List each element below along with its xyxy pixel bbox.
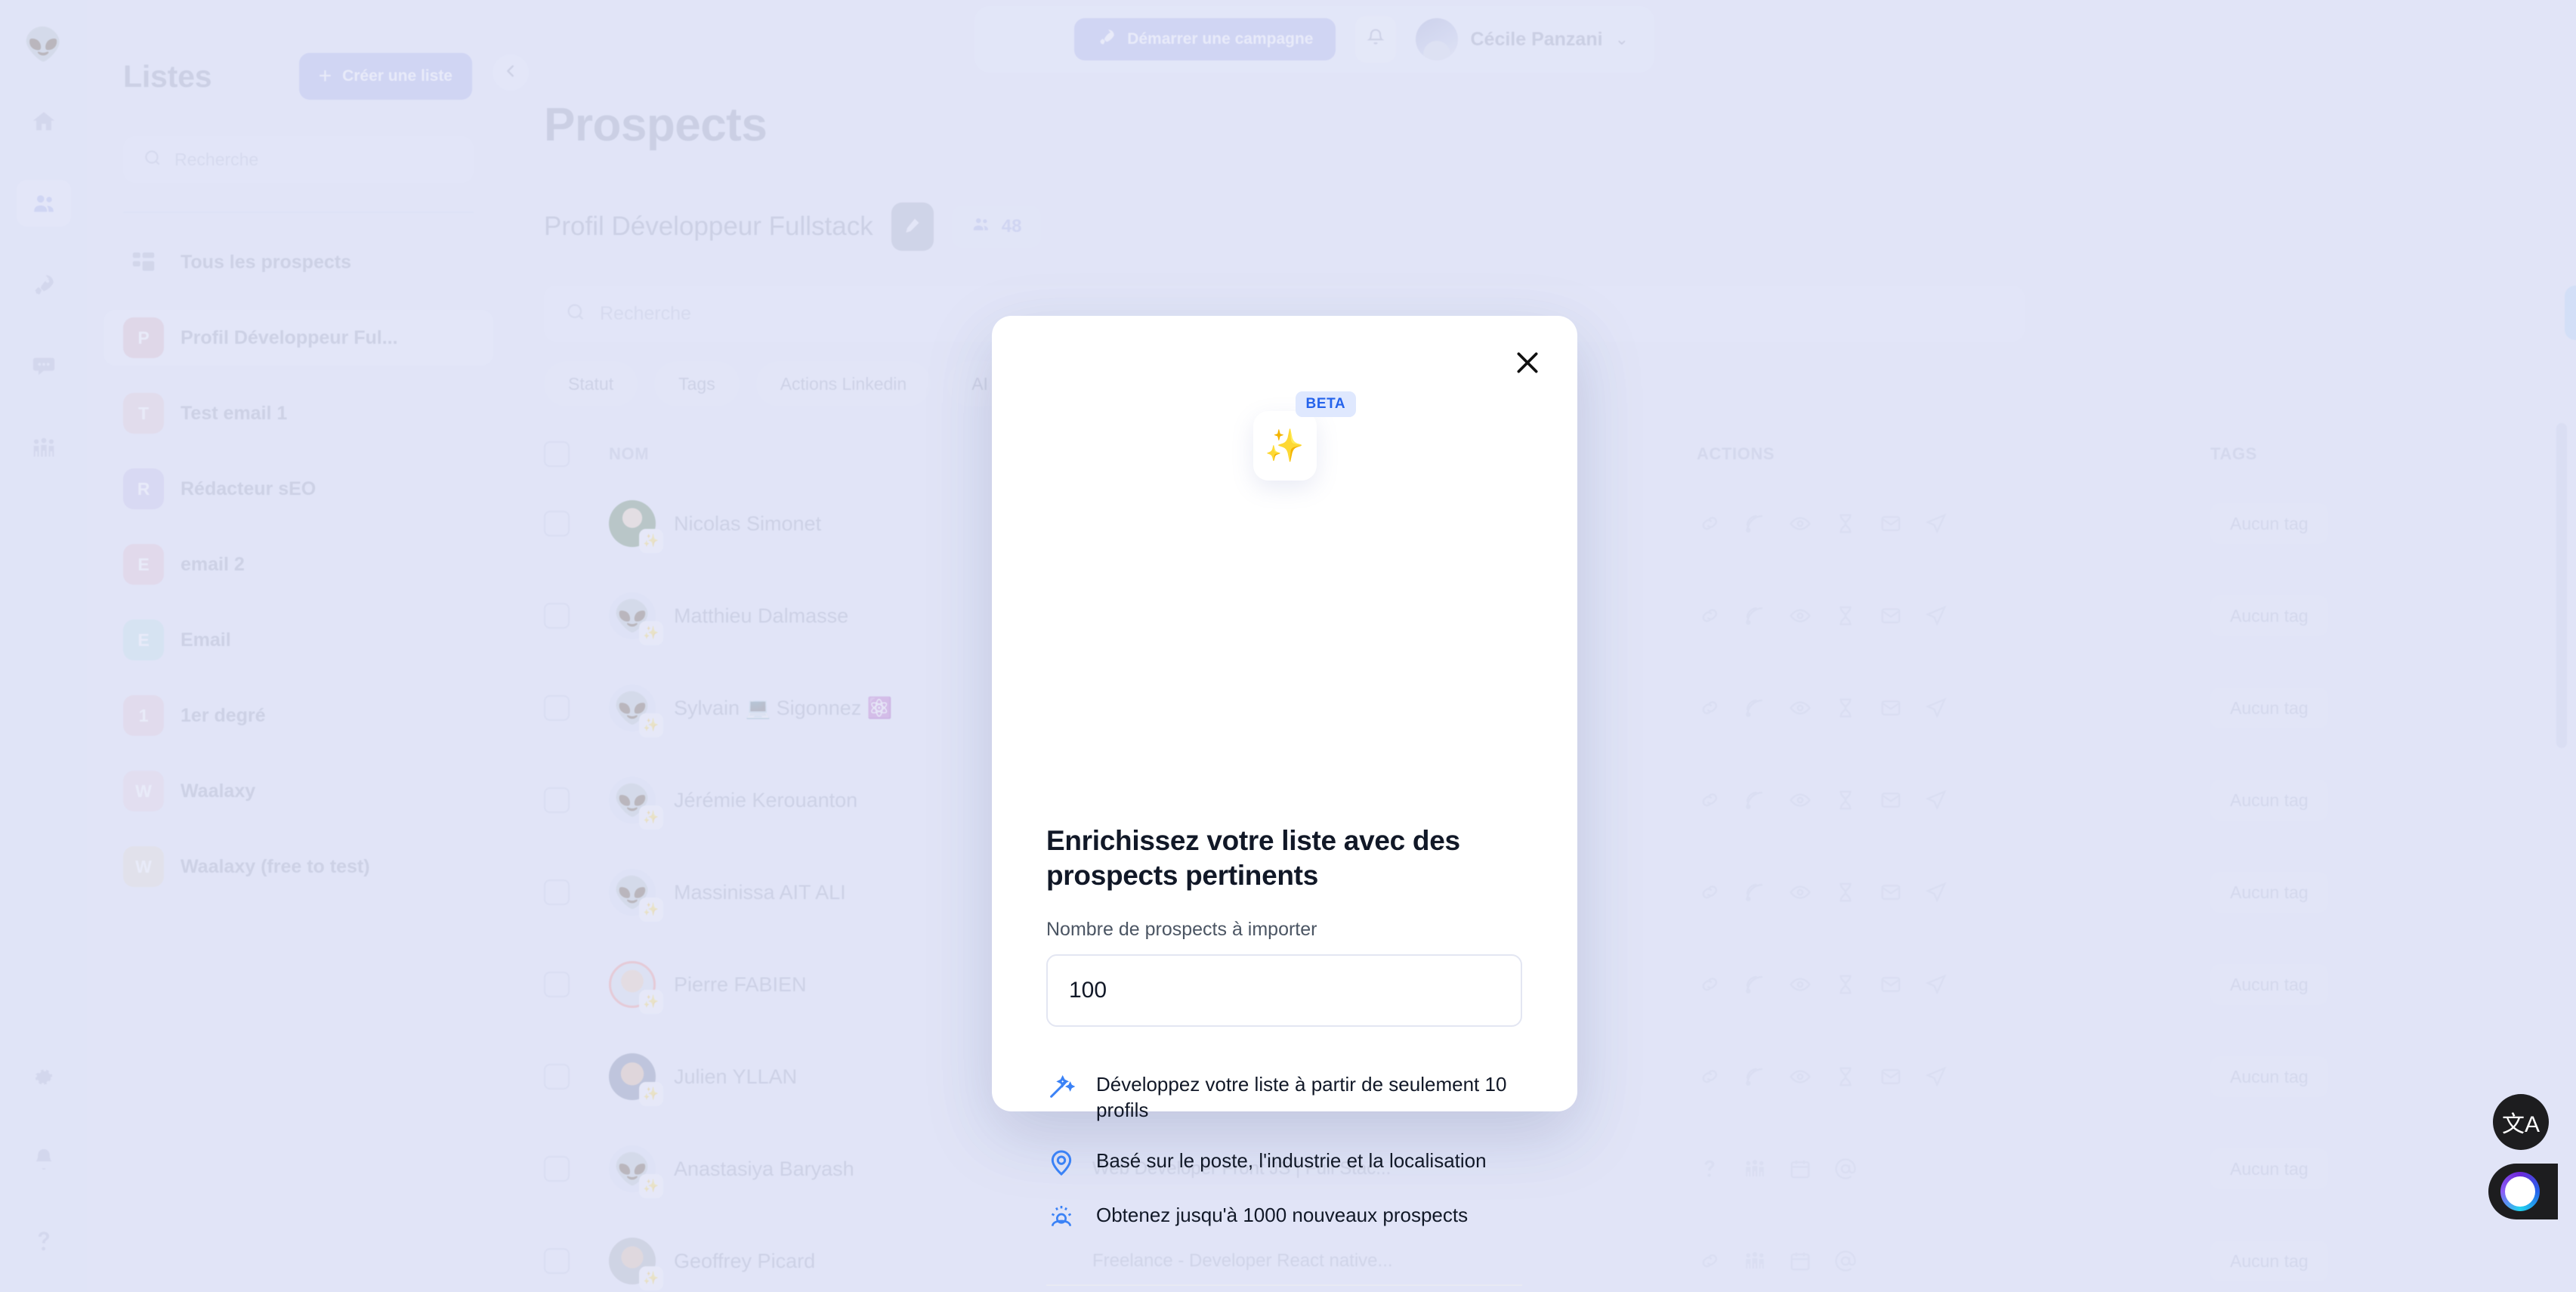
translate-button[interactable]: 文A — [2493, 1094, 2549, 1150]
translate-icon: 文A — [2501, 1112, 2540, 1137]
audience-icon — [1046, 1202, 1076, 1232]
map-pin-icon — [1046, 1148, 1076, 1178]
modal-heading: Enrichissez votre liste avec des prospec… — [1046, 825, 1460, 892]
chat-widget-button[interactable] — [2488, 1164, 2558, 1219]
modal-field-label: Nombre de prospects à importer — [1046, 919, 1317, 940]
modal-bullet-text: Basé sur le poste, l'industrie et la loc… — [1096, 1148, 1487, 1172]
modal-hero: ✨ BETA — [992, 391, 1577, 481]
prospect-count-input[interactable] — [1046, 954, 1522, 1027]
modal-close-button[interactable] — [1508, 345, 1547, 384]
modal-bullet-text: Développez votre liste à partir de seule… — [1096, 1073, 1507, 1122]
close-icon — [1512, 348, 1543, 382]
modal-bullet: Développez votre liste à partir de seule… — [1046, 1071, 1522, 1124]
modal-separator — [1046, 1284, 1522, 1286]
ai-enrich-modal: ✨ BETA Enrichissez votre liste avec des … — [992, 316, 1577, 1286]
sparkles-icon: ✨ — [1252, 411, 1317, 481]
beta-badge: BETA — [1295, 391, 1357, 417]
modal-bullet: Obtenez jusqu'à 1000 nouveaux prospects — [1046, 1202, 1522, 1232]
magic-wand-icon — [1046, 1071, 1076, 1102]
modal-bullet: Basé sur le poste, l'industrie et la loc… — [1046, 1148, 1522, 1178]
chat-bubble-icon — [2500, 1172, 2540, 1211]
modal-bullets: Développez votre liste à partir de seule… — [1046, 1071, 1522, 1232]
modal-bullet-text: Obtenez jusqu'à 1000 nouveaux prospects — [1096, 1203, 1469, 1226]
